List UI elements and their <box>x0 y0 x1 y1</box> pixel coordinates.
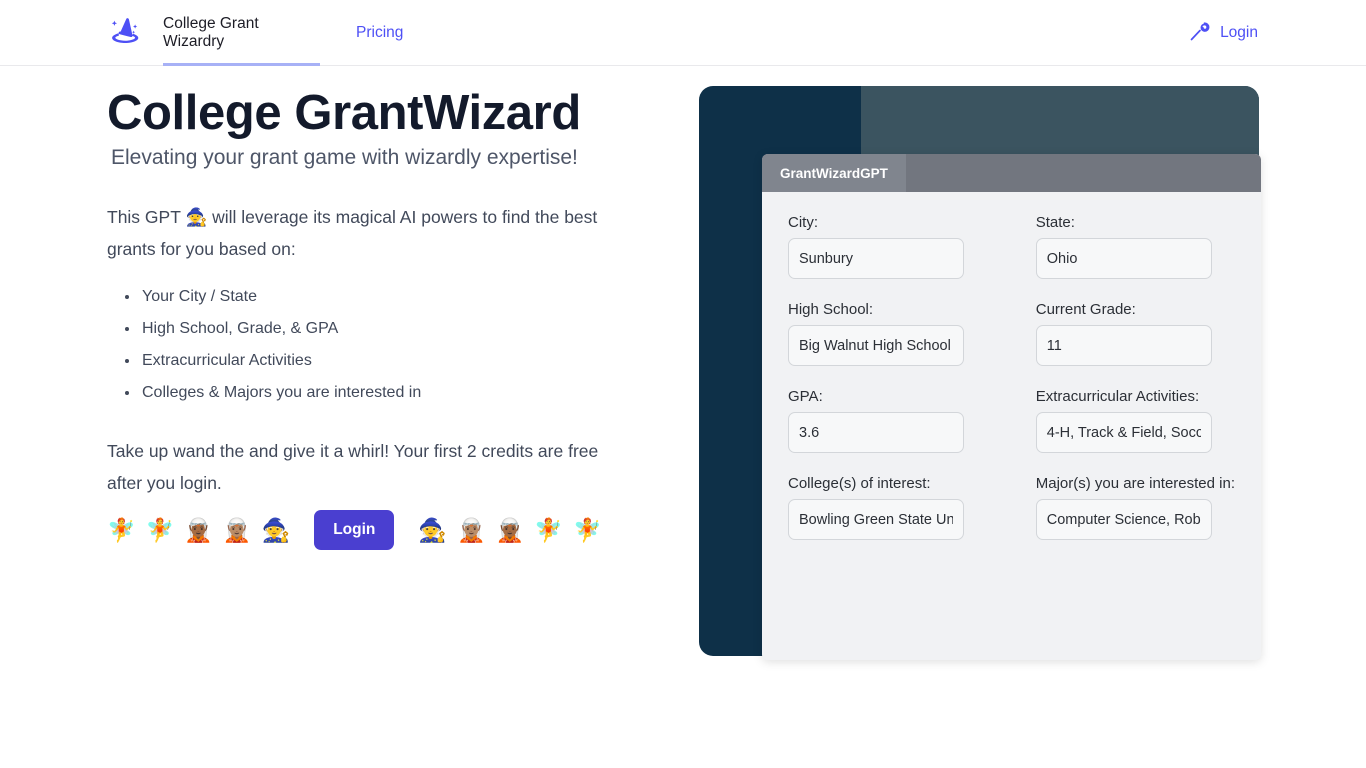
list-item: Your City / State <box>140 281 667 313</box>
feature-list: Your City / State High School, Grade, & … <box>107 281 667 409</box>
page-subtitle: Elevating your grant game with wizardly … <box>111 145 578 169</box>
nav-link-pricing[interactable]: Pricing <box>356 0 403 66</box>
field-extracurricular-activities: Extracurricular Activities: <box>1035 388 1235 453</box>
elf-emoji: 🧝🏾 <box>184 516 213 543</box>
mage-emoji: 🧙 <box>261 516 291 543</box>
fairy-emoji: 🧚 <box>534 516 563 543</box>
field-label-current-grade: Current Grade: <box>1035 301 1136 318</box>
form-grid: City: State: High School: Current Grade: <box>788 214 1235 540</box>
wizard-hat-icon <box>107 13 143 54</box>
nav-links: College Grant Wizardry Pricing <box>163 0 403 66</box>
login-button[interactable]: Login <box>314 510 395 550</box>
tab-bar: GrantWizardGPT <box>762 154 1261 192</box>
list-item: Extracurricular Activities <box>140 345 667 377</box>
field-label-city: City: <box>788 214 818 231</box>
field-high-school: High School: <box>788 301 984 366</box>
current-grade-input[interactable] <box>1035 325 1212 366</box>
emoji-group-left: 🧚 🧚 🧝🏾 🧝🏽 🧙 <box>107 516 291 543</box>
page-title: College GrantWizard <box>107 86 581 140</box>
tab-grantwizardgpt[interactable]: GrantWizardGPT <box>762 154 906 192</box>
brand-logo-link[interactable] <box>104 12 146 54</box>
colleges-of-interest-input[interactable] <box>788 499 964 540</box>
emoji-group-right: 🧙 🧝🏽 🧝🏾 🧚 🧚 <box>418 516 602 543</box>
field-state: State: <box>1035 214 1235 279</box>
intro-paragraph: This GPT 🧙 will leverage its magical AI … <box>107 207 598 260</box>
form-area: City: State: High School: Current Grade: <box>762 192 1261 660</box>
field-label-gpa: GPA: <box>788 388 823 405</box>
list-item: High School, Grade, & GPA <box>140 313 667 345</box>
field-city: City: <box>788 214 984 279</box>
field-gpa: GPA: <box>788 388 984 453</box>
fairy-emoji: 🧚 <box>572 516 602 543</box>
majors-of-interest-input[interactable] <box>1035 499 1212 540</box>
cta-row: 🧚 🧚 🧝🏾 🧝🏽 🧙 Login 🧙 🧝🏽 🧝🏾 🧚 🧚 <box>107 505 602 555</box>
high-school-input[interactable] <box>788 325 964 366</box>
fairy-emoji: 🧚 <box>145 516 175 543</box>
showcase-panel: GrantWizardGPT City: State: High School:… <box>699 86 1261 660</box>
app-window-preview: GrantWizardGPT City: State: High School:… <box>762 154 1261 660</box>
fairy-emoji: 🧚 <box>107 516 136 543</box>
field-label-colleges-of-interest: College(s) of interest: <box>788 475 931 492</box>
field-colleges-of-interest: College(s) of interest: <box>788 475 984 540</box>
field-label-state: State: <box>1035 214 1075 231</box>
nav-login-label: Login <box>1220 24 1258 41</box>
state-input[interactable] <box>1035 238 1212 279</box>
elf-emoji: 🧝🏽 <box>457 516 486 543</box>
city-input[interactable] <box>788 238 964 279</box>
field-majors-of-interest: Major(s) you are interested in: <box>1035 475 1235 540</box>
mage-emoji: 🧙 <box>418 516 448 543</box>
nav-login-link[interactable]: Login <box>1188 0 1258 66</box>
field-current-grade: Current Grade: <box>1035 301 1235 366</box>
nav-link-college-grant-wizardry[interactable]: College Grant Wizardry <box>163 0 320 66</box>
hero-section: College GrantWizard Elevating your grant… <box>107 86 667 499</box>
elf-emoji: 🧝🏽 <box>222 516 252 543</box>
credits-paragraph: Take up wand the and give it a whirl! Yo… <box>107 441 599 494</box>
magic-wand-icon <box>1188 19 1212 48</box>
gpa-input[interactable] <box>788 412 964 453</box>
list-item: Colleges & Majors you are interested in <box>140 377 667 409</box>
field-label-extracurricular-activities: Extracurricular Activities: <box>1035 388 1200 405</box>
top-navbar: College Grant Wizardry Pricing Login <box>0 0 1366 66</box>
field-label-high-school: High School: <box>788 301 874 318</box>
extracurricular-activities-input[interactable] <box>1035 412 1212 453</box>
field-label-majors-of-interest: Major(s) you are interested in: <box>1035 475 1235 492</box>
elf-emoji: 🧝🏾 <box>495 516 525 543</box>
